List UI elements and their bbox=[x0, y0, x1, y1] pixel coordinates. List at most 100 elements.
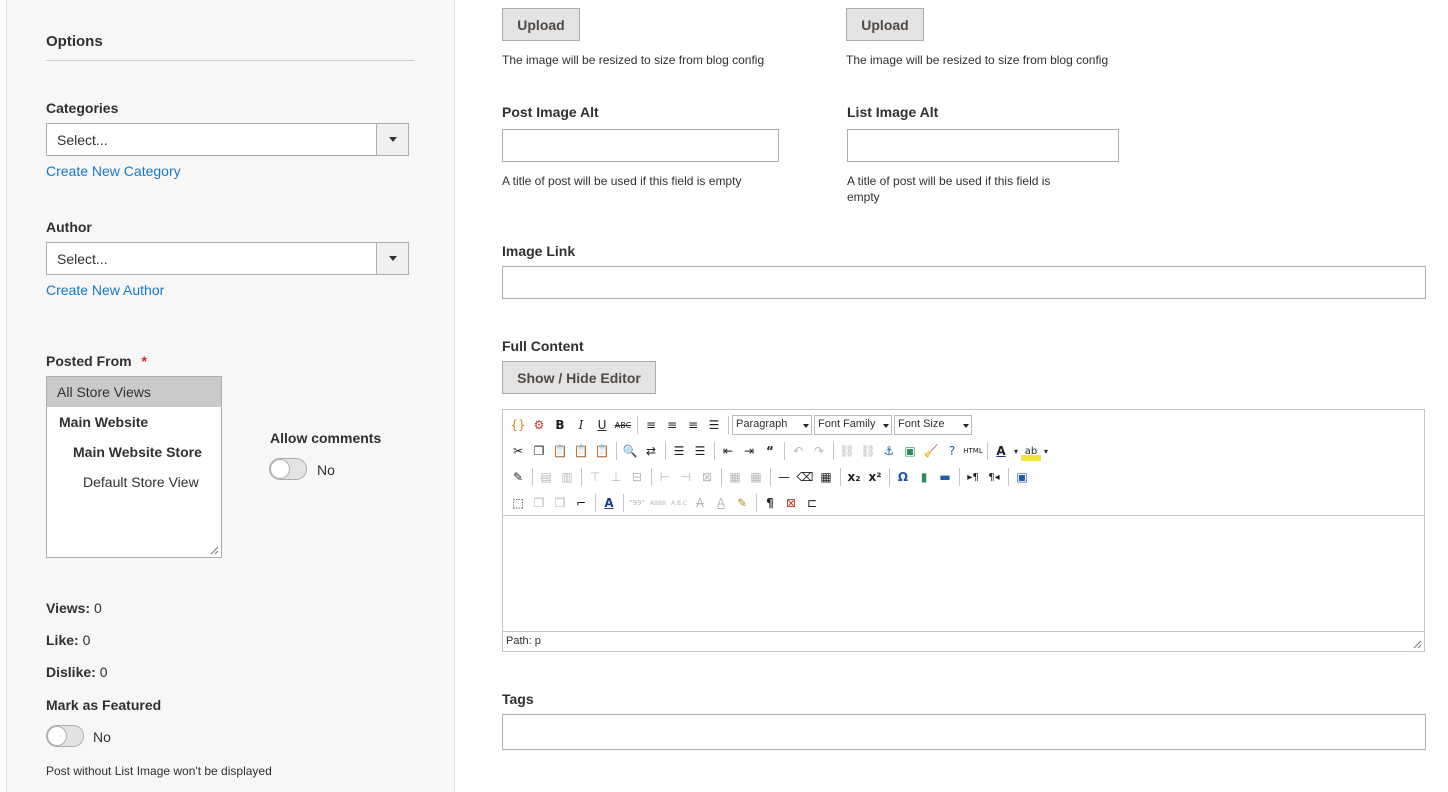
redo-icon[interactable]: ↷ bbox=[809, 441, 829, 461]
rtl-icon[interactable]: ¶◂ bbox=[984, 467, 1004, 487]
insert-row-before-icon[interactable]: ⊤ bbox=[585, 467, 605, 487]
merge-cells-icon[interactable]: ▦ bbox=[746, 467, 766, 487]
align-justify-icon[interactable]: ☰ bbox=[704, 415, 724, 435]
paste-text-icon[interactable]: 📋 bbox=[571, 441, 591, 461]
deletion-icon[interactable]: A bbox=[690, 493, 710, 513]
featured-toggle[interactable] bbox=[46, 725, 84, 747]
italic-icon[interactable]: I bbox=[571, 415, 591, 435]
list-image-alt-input[interactable] bbox=[847, 129, 1119, 162]
bullet-list-icon[interactable]: ☰ bbox=[669, 441, 689, 461]
dislike-stat: Dislike: 0 bbox=[46, 664, 108, 680]
featured-label: Mark as Featured bbox=[46, 697, 162, 713]
font-family-select[interactable]: Font Family bbox=[814, 415, 892, 435]
resize-handle-icon[interactable] bbox=[210, 546, 219, 555]
format-select[interactable]: Paragraph bbox=[732, 415, 812, 435]
undo-icon[interactable]: ↶ bbox=[788, 441, 808, 461]
numbered-list-icon[interactable]: ☰ bbox=[690, 441, 710, 461]
tags-input[interactable] bbox=[502, 714, 1426, 750]
move-backward-icon[interactable]: ❐ bbox=[550, 493, 570, 513]
delete-col-icon[interactable]: ⊠ bbox=[697, 467, 717, 487]
toolbar-row-1: {} ⚙ B I U ABC ≡ ≡ ≡ ☰ Paragraph Font Fa… bbox=[508, 413, 974, 437]
editor-content-area[interactable] bbox=[503, 516, 1424, 631]
insert-col-before-icon[interactable]: ⊢ bbox=[655, 467, 675, 487]
horizontal-rule-icon[interactable]: — bbox=[774, 467, 794, 487]
anchor-icon[interactable]: ⚓ bbox=[879, 441, 899, 461]
widget-icon[interactable]: ⚙ bbox=[529, 415, 549, 435]
special-char-icon[interactable]: Ω bbox=[893, 467, 913, 487]
align-center-icon[interactable]: ≡ bbox=[662, 415, 682, 435]
image-icon[interactable]: ▣ bbox=[900, 441, 920, 461]
html-source-icon[interactable]: HTML bbox=[963, 441, 983, 461]
indent-icon[interactable]: ⇥ bbox=[739, 441, 759, 461]
delete-row-icon[interactable]: ⊟ bbox=[627, 467, 647, 487]
cell-props-icon[interactable]: ▥ bbox=[557, 467, 577, 487]
media-icon[interactable]: ▮ bbox=[914, 467, 934, 487]
copy-icon[interactable]: ❐ bbox=[529, 441, 549, 461]
highlight-color-dropdown-icon[interactable]: ▾ bbox=[1042, 441, 1050, 461]
split-cells-icon[interactable]: ▦ bbox=[725, 467, 745, 487]
absolute-position-icon[interactable]: ⌐ bbox=[571, 493, 591, 513]
variable-icon[interactable]: {} bbox=[508, 415, 528, 435]
toggle-editor-button[interactable]: Show / Hide Editor bbox=[502, 361, 656, 394]
visual-chars-icon[interactable]: ⊠ bbox=[781, 493, 801, 513]
table-icon[interactable]: ▦ bbox=[816, 467, 836, 487]
create-author-link[interactable]: Create New Author bbox=[46, 282, 164, 298]
insert-col-after-icon[interactable]: ⊣ bbox=[676, 467, 696, 487]
nonbreaking-icon[interactable]: ⊏ bbox=[802, 493, 822, 513]
resize-handle-icon[interactable] bbox=[1413, 640, 1422, 649]
move-forward-icon[interactable]: ❐ bbox=[529, 493, 549, 513]
abbr-icon[interactable]: ABBR bbox=[648, 493, 668, 513]
store-option-default-view[interactable]: Default Store View bbox=[47, 467, 221, 497]
cut-icon[interactable]: ✂ bbox=[508, 441, 528, 461]
fullscreen-icon[interactable]: ▣ bbox=[1012, 467, 1032, 487]
store-option-all[interactable]: All Store Views bbox=[47, 377, 221, 407]
underline-icon[interactable]: U bbox=[592, 415, 612, 435]
highlight-color-icon[interactable]: ab bbox=[1021, 441, 1041, 461]
cleanup-icon[interactable]: 🧹 bbox=[921, 441, 941, 461]
remove-format-icon[interactable]: ⌫ bbox=[795, 467, 815, 487]
insert-layer-icon[interactable]: ⬚ bbox=[508, 493, 528, 513]
chevron-down-icon[interactable] bbox=[376, 124, 408, 155]
text-color-icon[interactable]: A bbox=[991, 441, 1011, 461]
align-right-icon[interactable]: ≡ bbox=[683, 415, 703, 435]
list-image-upload-button[interactable]: Upload bbox=[846, 8, 924, 41]
paste-icon[interactable]: 📋 bbox=[550, 441, 570, 461]
paste-word-icon[interactable]: 📋 bbox=[592, 441, 612, 461]
author-select[interactable]: Select... bbox=[46, 242, 409, 275]
font-size-select[interactable]: Font Size bbox=[894, 415, 972, 435]
styles-icon[interactable]: A bbox=[599, 493, 619, 513]
help-icon[interactable]: ? bbox=[942, 441, 962, 461]
allow-comments-toggle[interactable] bbox=[269, 458, 307, 480]
chevron-down-icon[interactable] bbox=[376, 243, 408, 274]
strikethrough-icon[interactable]: ABC bbox=[613, 415, 633, 435]
cite-icon[interactable]: “99” bbox=[627, 493, 647, 513]
find-icon[interactable]: 🔍 bbox=[620, 441, 640, 461]
row-props-icon[interactable]: ▤ bbox=[536, 467, 556, 487]
edit-css-icon[interactable]: ✎ bbox=[508, 467, 528, 487]
unlink-icon[interactable]: ⛓ bbox=[858, 441, 878, 461]
image-link-input[interactable] bbox=[502, 266, 1426, 299]
link-icon[interactable]: ⛓ bbox=[837, 441, 857, 461]
ltr-icon[interactable]: ▸¶ bbox=[963, 467, 983, 487]
superscript-icon[interactable]: x² bbox=[865, 467, 885, 487]
text-color-dropdown-icon[interactable]: ▾ bbox=[1012, 441, 1020, 461]
subscript-icon[interactable]: x₂ bbox=[844, 467, 864, 487]
outdent-icon[interactable]: ⇤ bbox=[718, 441, 738, 461]
replace-icon[interactable]: ⇄ bbox=[641, 441, 661, 461]
categories-select[interactable]: Select... bbox=[46, 123, 409, 156]
show-blocks-icon[interactable]: ¶ bbox=[760, 493, 780, 513]
bold-icon[interactable]: B bbox=[550, 415, 570, 435]
blockquote-icon[interactable]: “ bbox=[760, 441, 780, 461]
post-image-upload-button[interactable]: Upload bbox=[502, 8, 580, 41]
align-left-icon[interactable]: ≡ bbox=[641, 415, 661, 435]
insertion-icon[interactable]: A bbox=[711, 493, 731, 513]
views-stat: Views: 0 bbox=[46, 600, 102, 616]
options-divider bbox=[46, 60, 414, 61]
post-image-alt-input[interactable] bbox=[502, 129, 779, 162]
attributes-icon[interactable]: ✎ bbox=[732, 493, 752, 513]
hr-advanced-icon[interactable]: ▬ bbox=[935, 467, 955, 487]
store-view-multiselect[interactable]: All Store Views Main Website Main Websit… bbox=[46, 376, 222, 558]
acronym-icon[interactable]: A.B.C bbox=[669, 493, 689, 513]
create-category-link[interactable]: Create New Category bbox=[46, 163, 181, 179]
insert-row-after-icon[interactable]: ⊥ bbox=[606, 467, 626, 487]
